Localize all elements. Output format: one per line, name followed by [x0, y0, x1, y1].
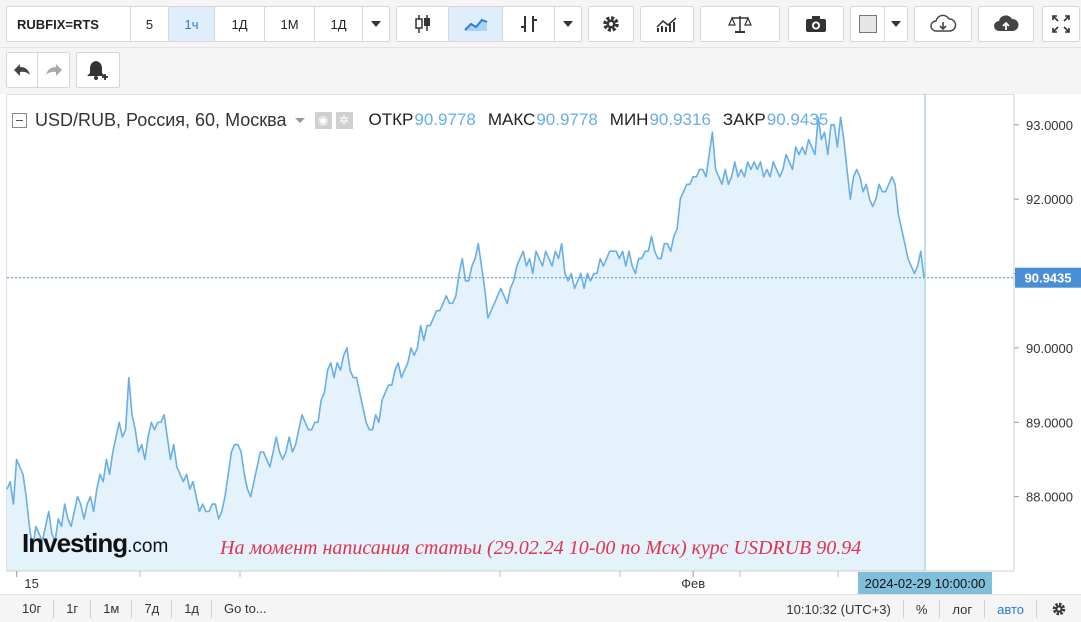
symbol-input[interactable]: RUBFIX=RTS — [7, 7, 131, 41]
auto-scale-button[interactable]: авто — [984, 600, 1036, 618]
save-layout-button[interactable] — [979, 7, 1033, 41]
redo-icon — [45, 64, 62, 76]
area-chart-button[interactable] — [449, 7, 503, 41]
crosshair-date-label: 2024-02-29 10:00:00 — [865, 576, 986, 591]
gear-icon — [603, 16, 619, 32]
color-dropdown[interactable] — [885, 7, 907, 41]
cloud-download-group — [914, 6, 972, 42]
y-tick-label: 92.0000 — [1026, 192, 1073, 207]
add-alert-button[interactable] — [77, 53, 119, 87]
indicators-button[interactable] — [641, 7, 693, 41]
log-scale-button[interactable]: лог — [939, 600, 984, 618]
candles-button[interactable] — [397, 7, 449, 41]
main-toolbar: RUBFIX=RTS 5 1ч 1Д 1М 1Д — [0, 0, 1081, 48]
y-tick-label: 88.0000 — [1026, 490, 1073, 505]
investing-logo: Investing.com — [22, 528, 168, 559]
percent-scale-button[interactable]: % — [902, 600, 940, 618]
gear-icon[interactable]: ✲ — [335, 111, 353, 129]
screenshot-button[interactable] — [789, 7, 843, 41]
price-chart[interactable]: 88.000089.000090.000091.000092.000093.00… — [0, 94, 1081, 594]
clock-tz: (UTC+3) — [840, 601, 891, 617]
range-7d-button[interactable]: 7д — [132, 599, 173, 618]
clock-time: 10:10:32 — [786, 601, 838, 617]
cloud-upload-icon — [994, 15, 1019, 31]
chart-type-dropdown[interactable] — [555, 7, 581, 41]
chart-annotation: На момент написания статьи (29.02.24 10-… — [220, 537, 862, 559]
secondary-toolbar — [0, 48, 1081, 94]
chevron-down-icon — [563, 21, 573, 27]
chevron-down-icon — [891, 21, 901, 27]
chart-type-group — [396, 6, 582, 42]
area-chart-icon — [463, 18, 487, 31]
bottom-bar: 10г 1г 1м 7д 1д Go to... 10:10:32 (UTC+3… — [0, 594, 1081, 622]
compare-button[interactable] — [701, 7, 779, 41]
low-label: МИН — [609, 110, 649, 129]
eye-icon[interactable]: ◉ — [314, 111, 332, 129]
chart-settings-button[interactable] — [1036, 600, 1081, 618]
close-value: 90.9435 — [766, 110, 829, 129]
interval-1m-button[interactable]: 1М — [265, 7, 315, 41]
settings-button[interactable] — [589, 7, 633, 41]
screenshot-group — [788, 6, 844, 42]
clock: 10:10:32 (UTC+3) — [774, 600, 902, 618]
redo-button[interactable] — [38, 53, 69, 87]
chevron-down-icon[interactable] — [294, 117, 305, 123]
indicators-icon — [656, 17, 677, 32]
chart-legend: USD/RUB, Россия, 60, Москва ◉ ✲ ОТКР 90.9… — [12, 109, 828, 131]
logo-main: Investing — [22, 528, 128, 558]
legend-title: USD/RUB, Россия, 60, Москва — [35, 109, 287, 130]
fullscreen-button[interactable] — [1043, 7, 1079, 41]
undo-redo-group — [6, 52, 70, 88]
camera-icon — [806, 16, 826, 32]
last-price-label: 90.9435 — [1025, 271, 1072, 286]
collapse-icon[interactable] — [12, 112, 27, 128]
high-label: МАКС — [487, 110, 536, 129]
y-tick-label: 89.0000 — [1026, 415, 1073, 430]
open-value: 90.9778 — [414, 110, 476, 129]
interval-1h-button[interactable]: 1ч — [169, 7, 215, 41]
cloud-download-icon — [930, 14, 957, 32]
open-label: ОТКР — [368, 110, 414, 129]
bottom-right-controls: 10:10:32 (UTC+3) % лог авто — [774, 595, 1081, 622]
range-1m-button[interactable]: 1м — [91, 599, 133, 618]
y-tick-label: 93.0000 — [1026, 118, 1073, 133]
interval-dropdown[interactable] — [363, 7, 389, 41]
logo-suffix: .com — [127, 536, 169, 557]
candlestick-icon — [414, 15, 430, 33]
bell-plus-icon — [87, 61, 108, 80]
fullscreen-group — [1042, 6, 1080, 42]
undo-button[interactable] — [7, 53, 38, 87]
color-swatch-icon — [858, 15, 877, 33]
compare-group — [700, 6, 780, 42]
low-value: 90.9316 — [649, 110, 711, 129]
interval-group: RUBFIX=RTS 5 1ч 1Д 1М 1Д — [6, 6, 390, 42]
gear-icon — [1052, 602, 1066, 616]
color-group — [850, 6, 908, 42]
x-tick-label: Фев — [681, 576, 705, 591]
interval-1d-alt-button[interactable]: 1Д — [315, 7, 363, 41]
alert-group — [76, 52, 120, 88]
ohlc-bars-icon — [520, 16, 537, 32]
undo-icon — [14, 64, 30, 76]
series-area-fill — [7, 117, 924, 572]
close-label: ЗАКР — [722, 110, 766, 129]
color-picker-button[interactable] — [851, 7, 885, 41]
range-1d-button[interactable]: 1д — [172, 599, 213, 618]
bars-button[interactable] — [503, 7, 555, 41]
goto-button[interactable]: Go to... — [212, 600, 279, 618]
indicators-group — [640, 6, 694, 42]
range-10y-button[interactable]: 10г — [0, 599, 55, 618]
range-1y-button[interactable]: 1г — [54, 599, 92, 618]
chevron-down-icon — [371, 21, 381, 27]
interval-5-button[interactable]: 5 — [131, 7, 169, 41]
cloud-upload-group — [978, 6, 1034, 42]
high-value: 90.9778 — [536, 110, 598, 129]
x-tick-label: 15 — [24, 576, 38, 591]
fullscreen-icon — [1052, 15, 1070, 33]
y-tick-label: 90.0000 — [1026, 341, 1073, 356]
interval-1d-button[interactable]: 1Д — [215, 7, 265, 41]
load-layout-button[interactable] — [915, 7, 971, 41]
scales-icon — [728, 16, 752, 33]
settings-group — [588, 6, 634, 42]
